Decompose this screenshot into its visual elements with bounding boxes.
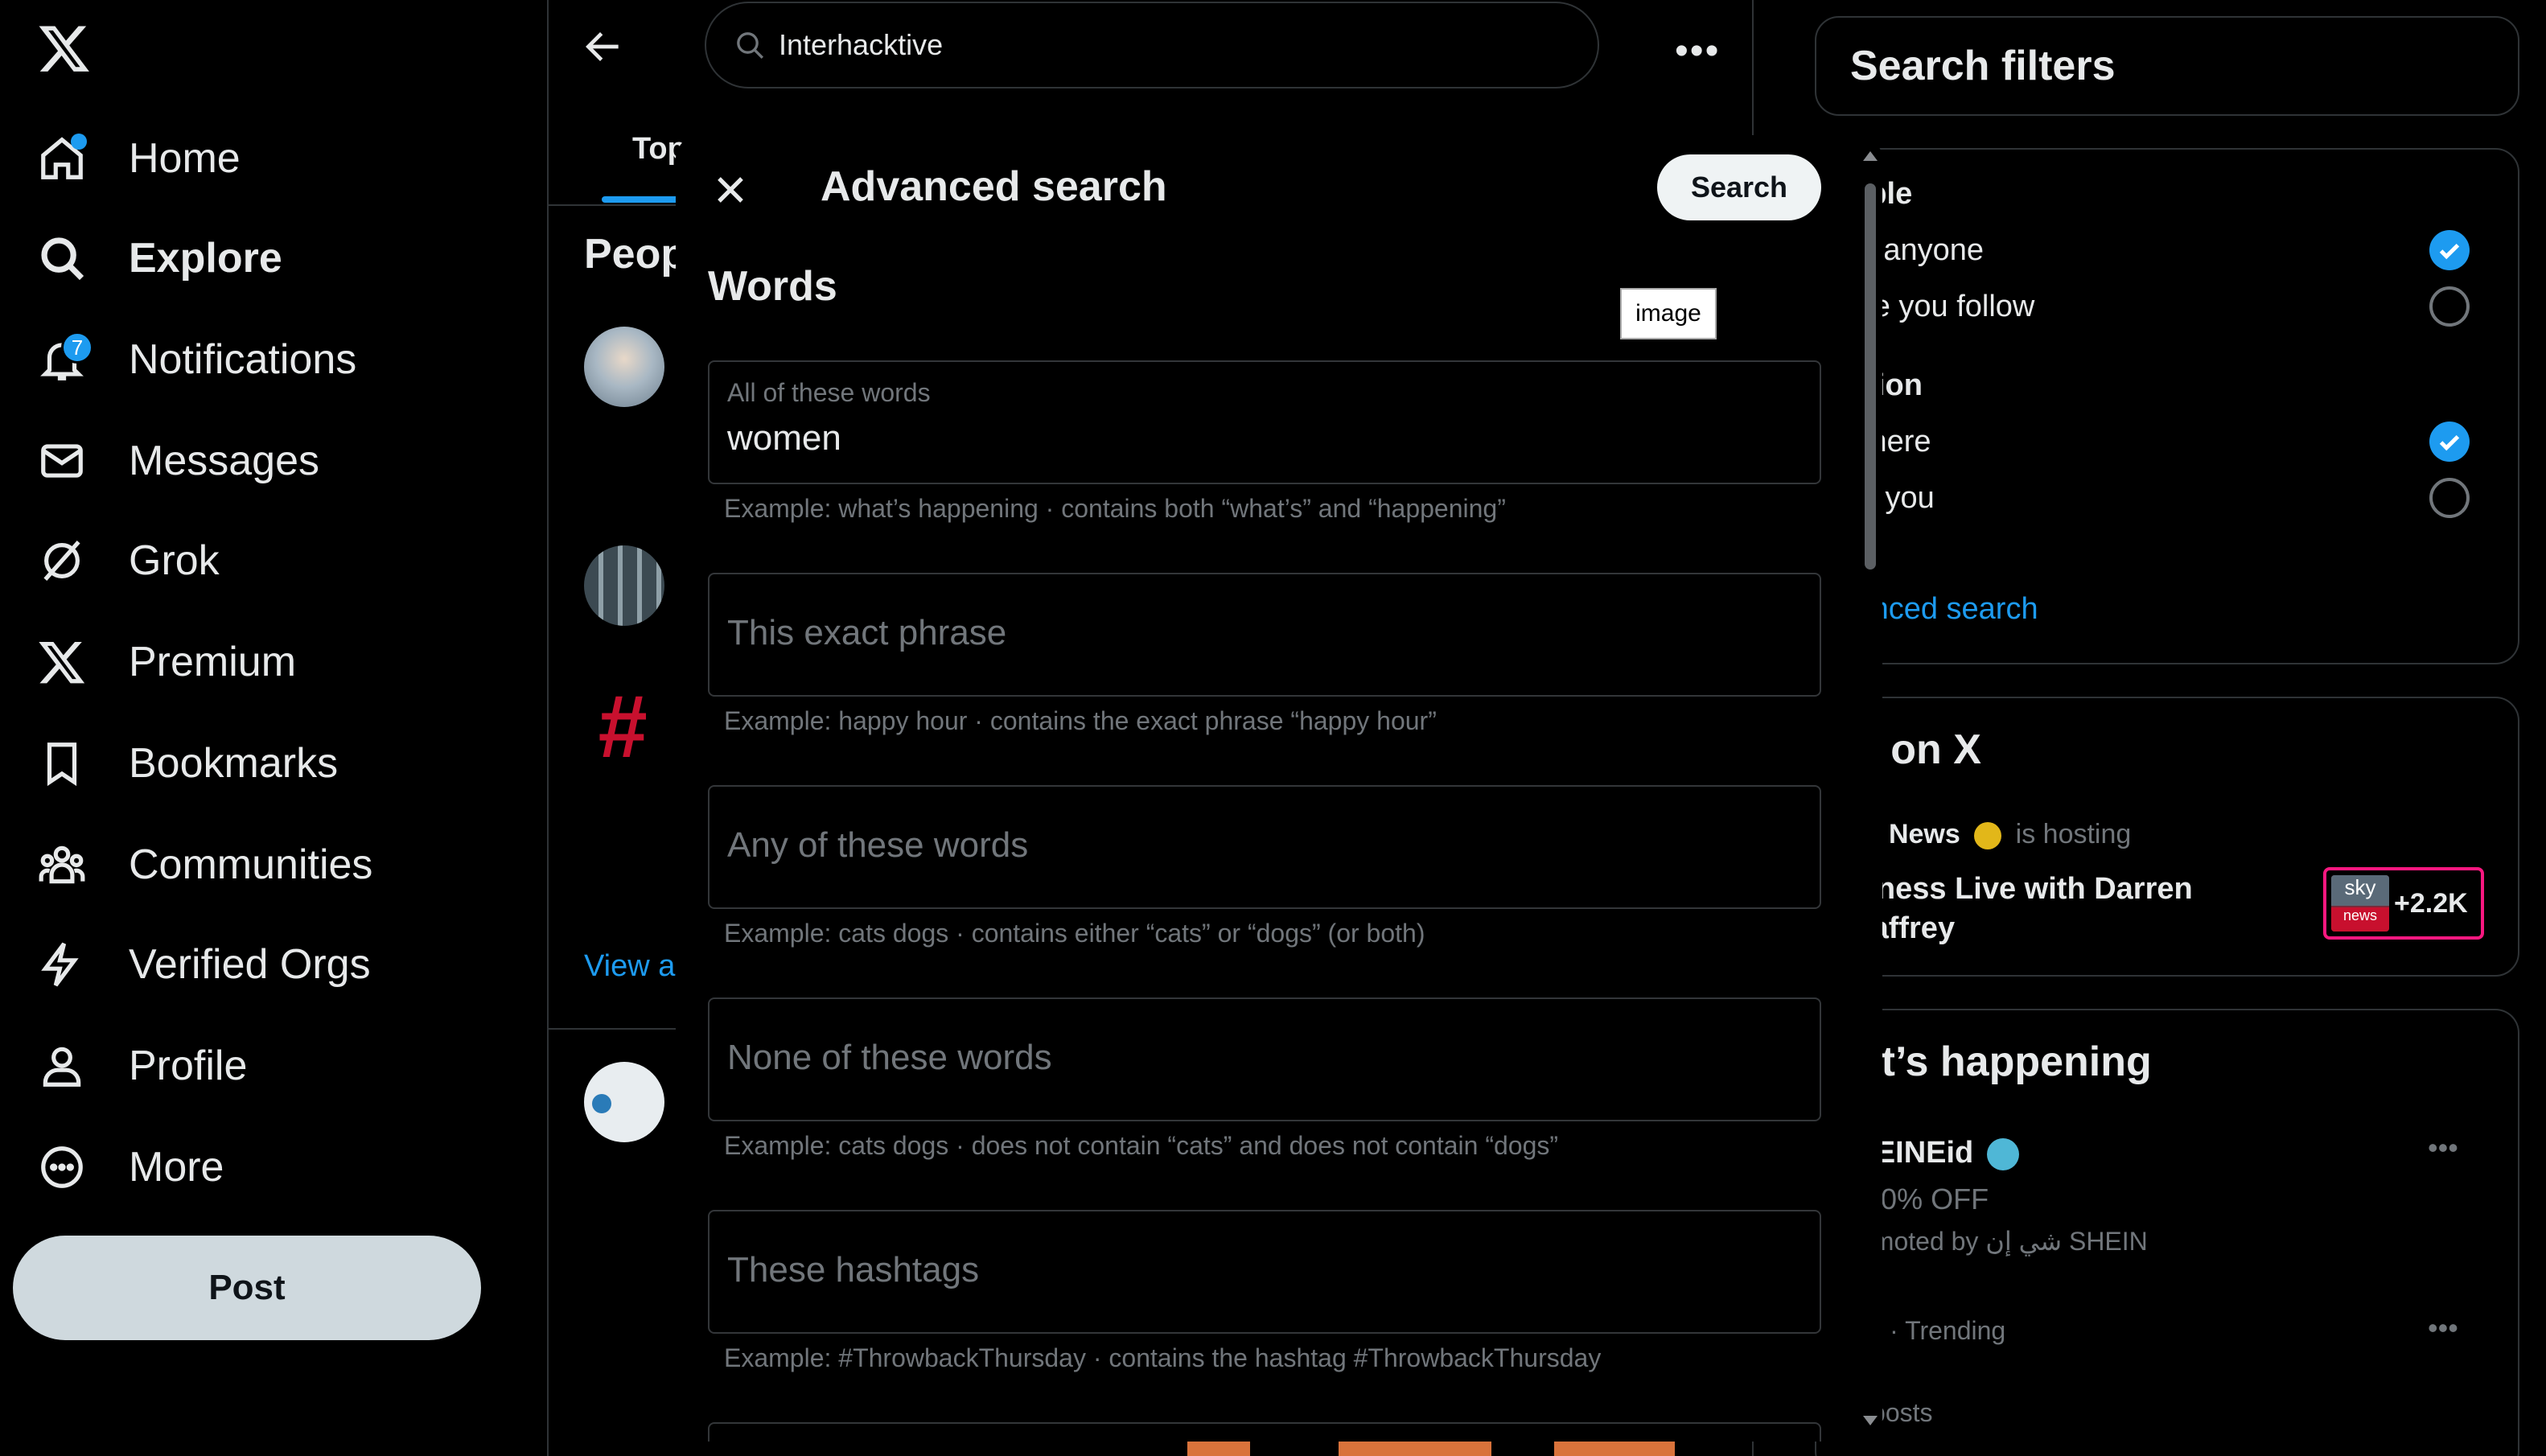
search-input[interactable]: Interhacktive bbox=[779, 28, 943, 62]
exact-phrase-input[interactable]: This exact phrase bbox=[727, 613, 1006, 653]
envelope-icon bbox=[34, 433, 90, 489]
nav-label-communities: Communities bbox=[129, 841, 373, 888]
search-button[interactable]: Search bbox=[1657, 154, 1821, 220]
nav-label-profile: Profile bbox=[129, 1043, 248, 1089]
search-icon bbox=[34, 230, 90, 286]
nav-home[interactable]: Home bbox=[34, 122, 241, 195]
nav-messages[interactable]: Messages bbox=[34, 425, 319, 497]
nav-label-more: More bbox=[129, 1144, 224, 1191]
search-filters-title: Search filters bbox=[1850, 43, 2116, 89]
nav-label-bookmarks: Bookmarks bbox=[129, 740, 339, 787]
bell-icon: 7 bbox=[34, 331, 93, 388]
nav-label-messages: Messages bbox=[129, 438, 319, 484]
nav-grok[interactable]: Grok bbox=[34, 524, 220, 597]
live-show-title[interactable]: usiness Live with Darren cCaffrey bbox=[1832, 872, 2193, 946]
live-listener-pill[interactable]: sky news +2.2K bbox=[2323, 867, 2484, 940]
background-image-fragment bbox=[1554, 1440, 1675, 1456]
search-icon bbox=[737, 32, 764, 60]
all-words-input[interactable]: women bbox=[727, 418, 841, 459]
notification-badge: 7 bbox=[61, 331, 93, 364]
close-icon[interactable] bbox=[708, 167, 753, 212]
nav-label-home: Home bbox=[129, 135, 241, 182]
checked-radio-icon[interactable] bbox=[2429, 230, 2470, 270]
nav-more[interactable]: More bbox=[34, 1131, 224, 1203]
search-filters-card: eople om anyone ople you follow cation y… bbox=[1815, 148, 2519, 664]
radio-icon[interactable] bbox=[2429, 286, 2470, 327]
more-options-icon[interactable]: ••• bbox=[1675, 29, 1720, 73]
image-tooltip: image bbox=[1620, 288, 1717, 339]
exact-phrase-field[interactable]: This exact phrase bbox=[708, 573, 1821, 697]
nav-label-premium: Premium bbox=[129, 639, 297, 685]
field-hint: Example: #ThrowbackThursday · contains t… bbox=[724, 1343, 1602, 1372]
back-arrow-icon[interactable] bbox=[581, 24, 626, 69]
unread-dot bbox=[71, 134, 87, 150]
background-image-fragment bbox=[1187, 1440, 1250, 1456]
words-section-heading: Words bbox=[708, 263, 837, 310]
nav-label-explore: Explore bbox=[129, 235, 282, 282]
bookmark-icon bbox=[34, 735, 90, 792]
live-listener-count: +2.2K bbox=[2394, 887, 2468, 919]
grok-icon bbox=[34, 533, 90, 589]
x-logo-icon[interactable] bbox=[34, 21, 95, 76]
avatar[interactable] bbox=[584, 327, 664, 407]
field-hint: Example: what’s happening · contains bot… bbox=[724, 494, 1506, 523]
nav-bookmarks[interactable]: Bookmarks bbox=[34, 727, 338, 800]
scroll-up-icon[interactable] bbox=[1863, 151, 1878, 161]
nav-notifications[interactable]: 7 Notifications bbox=[34, 323, 356, 396]
modal-scrollbar[interactable] bbox=[1858, 151, 1882, 1430]
any-words-input[interactable]: Any of these words bbox=[727, 825, 1028, 866]
avatar[interactable] bbox=[584, 1062, 664, 1142]
field-hint: Example: cats dogs · contains either “ca… bbox=[724, 919, 1425, 948]
more-circle-icon bbox=[34, 1139, 90, 1195]
person-icon bbox=[34, 1038, 90, 1094]
sky-news-thumbnail: sky news bbox=[2331, 875, 2389, 932]
avatar[interactable] bbox=[584, 545, 664, 626]
nav-profile[interactable]: Profile bbox=[34, 1030, 247, 1102]
left-sidebar: Home Explore 7 Notifications Messages Gr… bbox=[0, 0, 547, 1456]
checked-radio-icon[interactable] bbox=[2429, 422, 2470, 462]
background-image-fragment bbox=[1339, 1440, 1491, 1456]
people-icon bbox=[34, 837, 90, 893]
trend-more-icon[interactable]: ••• bbox=[2428, 1131, 2458, 1165]
lightning-icon bbox=[34, 936, 90, 993]
field-hint: Example: happy hour · contains the exact… bbox=[724, 706, 1437, 735]
radio-icon[interactable] bbox=[2429, 478, 2470, 518]
any-words-field[interactable]: Any of these words bbox=[708, 785, 1821, 909]
home-icon bbox=[34, 130, 90, 187]
avatar-logo-icon bbox=[592, 1094, 611, 1113]
whats-happening-card: hat’s happening SHEINEid to 90% OFF Prom… bbox=[1815, 1009, 2519, 1456]
trend-more-icon[interactable]: ••• bbox=[2428, 1311, 2458, 1345]
live-show-title-line1: usiness Live with Darren bbox=[1832, 872, 2193, 906]
none-words-input[interactable]: None of these words bbox=[727, 1038, 1052, 1078]
nav-communities[interactable]: Communities bbox=[34, 829, 372, 901]
nav-label-notifications: Notifications bbox=[129, 336, 357, 383]
nav-verified-orgs[interactable]: Verified Orgs bbox=[34, 928, 371, 1001]
nav-explore[interactable]: Explore bbox=[34, 222, 282, 294]
hashtags-input[interactable]: These hashtags bbox=[727, 1250, 979, 1290]
scroll-thumb[interactable] bbox=[1865, 183, 1876, 570]
post-button[interactable]: Post bbox=[13, 1236, 481, 1340]
view-all-link[interactable]: View a bbox=[584, 949, 675, 984]
people-section-title: Peop bbox=[584, 231, 687, 278]
live-on-x-card: ve on X Sky News is hosting usiness Live… bbox=[1815, 697, 2519, 977]
modal-title: Advanced search bbox=[821, 163, 1167, 210]
live-show-title-line2: cCaffrey bbox=[1832, 911, 1956, 945]
nav-premium[interactable]: Premium bbox=[34, 626, 296, 698]
field-label: All of these words bbox=[727, 378, 931, 407]
scroll-down-icon[interactable] bbox=[1863, 1416, 1878, 1425]
all-words-field[interactable]: All of these words women bbox=[708, 360, 1821, 484]
none-words-field[interactable]: None of these words bbox=[708, 997, 1821, 1121]
verified-badge-icon bbox=[1986, 1137, 2019, 1170]
search-bar[interactable]: Interhacktive bbox=[705, 2, 1599, 88]
live-hosting-text: is hosting bbox=[2015, 819, 2132, 849]
nav-label-grok: Grok bbox=[129, 537, 220, 584]
verified-gold-icon bbox=[1974, 822, 2002, 850]
search-filters-header: Search filters bbox=[1815, 16, 2519, 116]
nav-label-verified-orgs: Verified Orgs bbox=[129, 941, 371, 988]
hashtag-logo-icon[interactable]: # bbox=[597, 676, 646, 778]
field-hint: Example: cats dogs · does not contain “c… bbox=[724, 1131, 1559, 1160]
next-field-peek[interactable] bbox=[708, 1422, 1821, 1442]
hashtags-field[interactable]: These hashtags bbox=[708, 1210, 1821, 1334]
x-logo-icon bbox=[34, 634, 90, 690]
